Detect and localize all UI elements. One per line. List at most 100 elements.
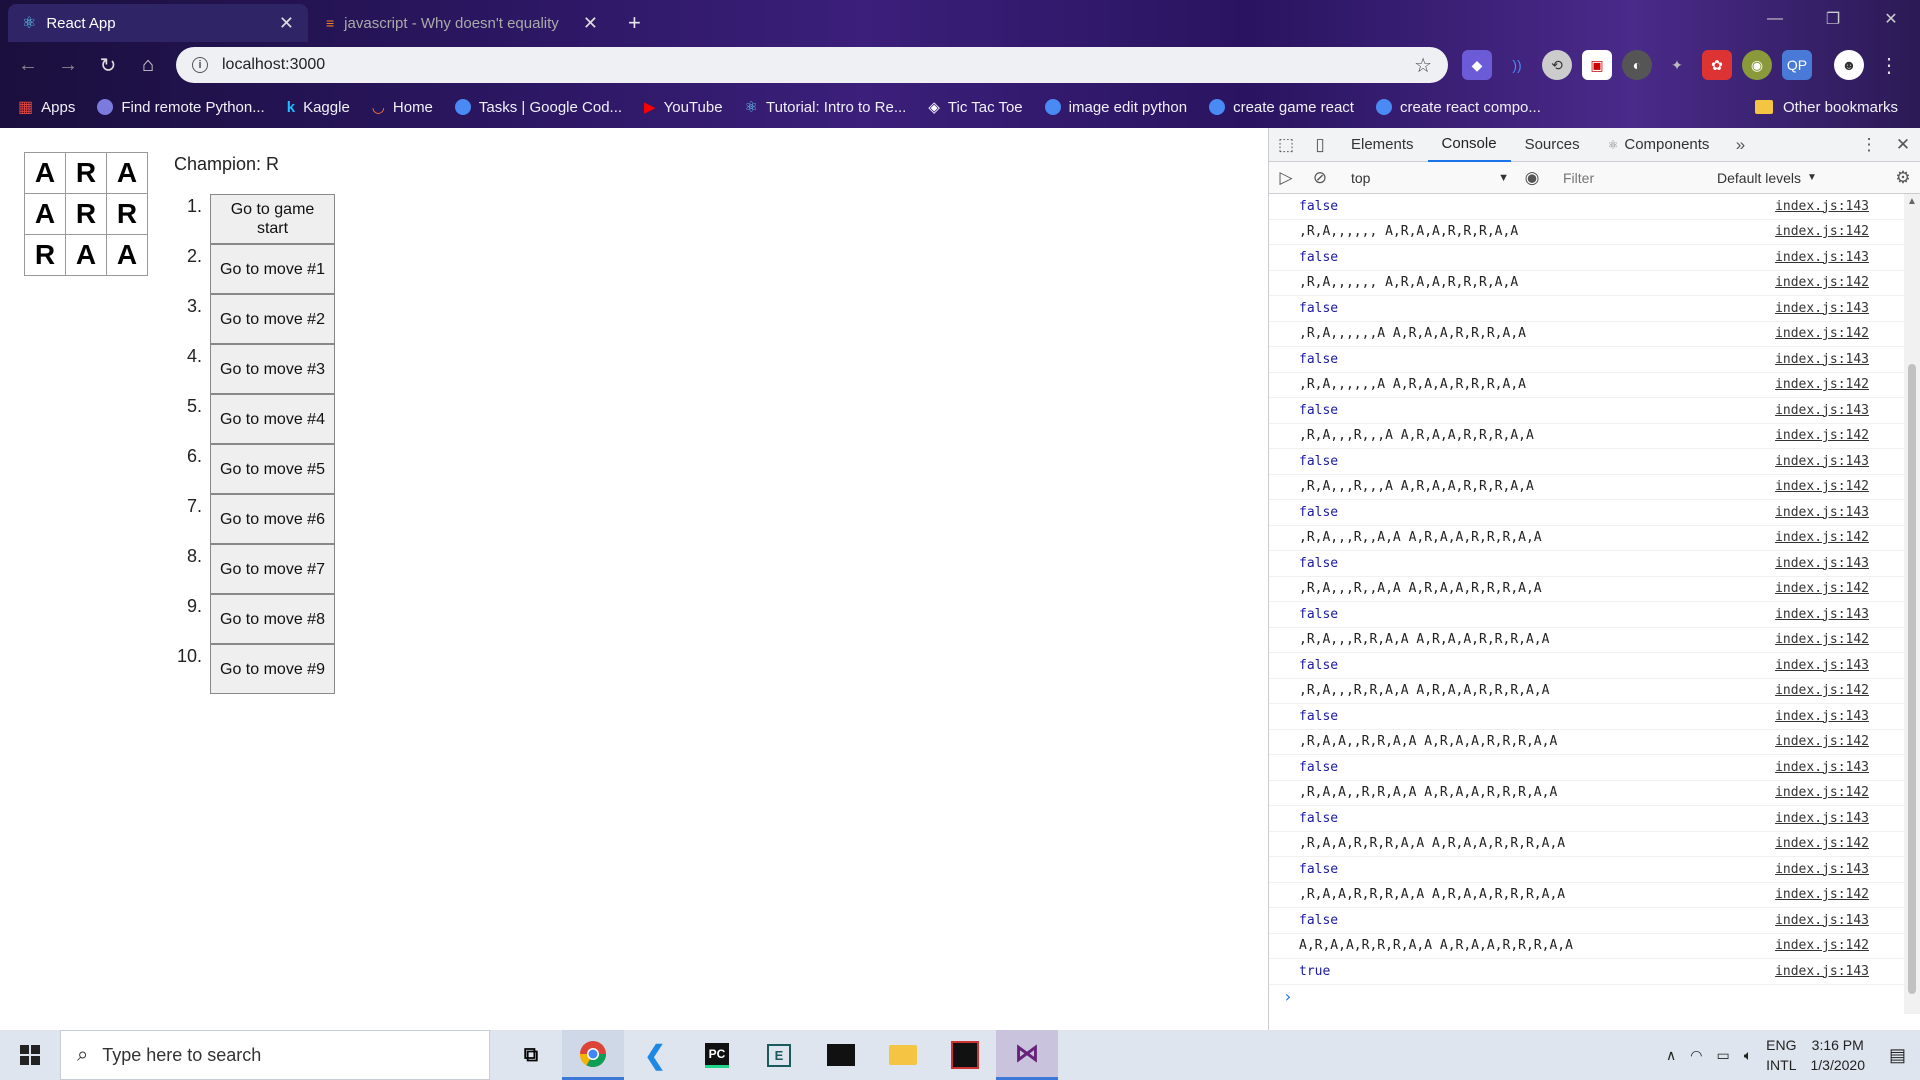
- source-link[interactable]: index.js:143: [1775, 505, 1869, 520]
- console-filter-input[interactable]: [1555, 165, 1705, 190]
- tab-elements[interactable]: Elements: [1337, 128, 1428, 162]
- source-link[interactable]: index.js:143: [1775, 301, 1869, 316]
- clear-console-icon[interactable]: ⊘: [1303, 162, 1337, 194]
- maximize-icon[interactable]: ❐: [1804, 0, 1862, 38]
- notifications-icon[interactable]: ▤: [1889, 1045, 1906, 1066]
- board-square[interactable]: R: [65, 193, 107, 235]
- source-link[interactable]: index.js:143: [1775, 556, 1869, 571]
- bookmark-item[interactable]: k Kaggle: [287, 99, 350, 116]
- extension-icon[interactable]: ✦: [1662, 50, 1692, 80]
- go-to-move-button[interactable]: Go to move #8: [210, 594, 335, 644]
- extension-icon[interactable]: )): [1502, 50, 1532, 80]
- bookmark-item[interactable]: create react compo...: [1375, 99, 1541, 116]
- bookmark-item[interactable]: image edit python: [1044, 99, 1187, 116]
- source-link[interactable]: index.js:142: [1775, 530, 1869, 545]
- console-settings-gear-icon[interactable]: ⚙: [1886, 162, 1920, 194]
- forward-icon[interactable]: →: [48, 47, 88, 83]
- close-devtools-icon[interactable]: ✕: [1886, 128, 1920, 162]
- device-toolbar-icon[interactable]: ▯: [1303, 128, 1337, 162]
- source-link[interactable]: index.js:143: [1775, 403, 1869, 418]
- source-link[interactable]: index.js:142: [1775, 428, 1869, 443]
- go-to-move-button[interactable]: Go to move #2: [210, 294, 335, 344]
- extension-icon[interactable]: ◐: [1622, 50, 1652, 80]
- extension-icon[interactable]: QP: [1782, 50, 1812, 80]
- sidebar-toggle-icon[interactable]: ▷: [1269, 162, 1303, 194]
- source-link[interactable]: index.js:142: [1775, 887, 1869, 902]
- scroll-up-icon[interactable]: ▲: [1907, 196, 1917, 207]
- source-link[interactable]: index.js:143: [1775, 607, 1869, 622]
- home-icon[interactable]: ⌂: [128, 47, 168, 83]
- task-view-icon[interactable]: ⧉: [500, 1030, 562, 1080]
- go-to-move-button[interactable]: Go to game start: [210, 194, 335, 244]
- console-scrollbar[interactable]: ▲: [1904, 194, 1920, 1014]
- wifi-icon[interactable]: ◠: [1690, 1047, 1702, 1064]
- info-icon[interactable]: i: [192, 57, 208, 73]
- source-link[interactable]: index.js:142: [1775, 224, 1869, 239]
- source-link[interactable]: index.js:143: [1775, 658, 1869, 673]
- source-link[interactable]: index.js:142: [1775, 632, 1869, 647]
- tab-sources[interactable]: Sources: [1511, 128, 1594, 162]
- source-link[interactable]: index.js:143: [1775, 709, 1869, 724]
- volume-icon[interactable]: 🔈︎: [1744, 1047, 1752, 1064]
- source-link[interactable]: index.js:143: [1775, 964, 1869, 979]
- board-square[interactable]: R: [24, 234, 66, 276]
- source-link[interactable]: index.js:143: [1775, 913, 1869, 928]
- source-link[interactable]: index.js:143: [1775, 760, 1869, 775]
- source-link[interactable]: index.js:142: [1775, 836, 1869, 851]
- board-square[interactable]: A: [24, 152, 66, 194]
- clock[interactable]: 3:16 PM 1/3/2020: [1810, 1035, 1865, 1075]
- close-tab-icon[interactable]: ✕: [279, 13, 294, 34]
- source-link[interactable]: index.js:142: [1775, 734, 1869, 749]
- battery-icon[interactable]: ▭: [1717, 1047, 1730, 1064]
- source-link[interactable]: index.js:142: [1775, 581, 1869, 596]
- vscode-icon[interactable]: ❮: [624, 1030, 686, 1080]
- source-link[interactable]: index.js:142: [1775, 683, 1869, 698]
- app-icon[interactable]: [934, 1030, 996, 1080]
- log-levels-dropdown[interactable]: Default levels ▼: [1717, 170, 1817, 186]
- bookmark-item[interactable]: ▶ YouTube: [644, 98, 723, 117]
- menu-icon[interactable]: ⋮: [1874, 50, 1904, 80]
- terminal-icon[interactable]: [810, 1030, 872, 1080]
- source-link[interactable]: index.js:143: [1775, 250, 1869, 265]
- bookmark-item[interactable]: create game react: [1209, 99, 1354, 116]
- windows-start-icon[interactable]: [0, 1030, 60, 1080]
- tab-react-app[interactable]: ⚛ React App ✕: [8, 4, 308, 42]
- language-indicator[interactable]: ENG INTL: [1766, 1035, 1796, 1075]
- file-explorer-icon[interactable]: [872, 1030, 934, 1080]
- minimize-icon[interactable]: —: [1746, 0, 1804, 38]
- context-selector[interactable]: top ▼: [1345, 166, 1515, 190]
- tab-console[interactable]: Console: [1427, 128, 1511, 162]
- source-link[interactable]: index.js:142: [1775, 275, 1869, 290]
- close-tab-icon[interactable]: ✕: [583, 13, 598, 34]
- source-link[interactable]: index.js:143: [1775, 862, 1869, 877]
- board-square[interactable]: A: [65, 234, 107, 276]
- back-icon[interactable]: ←: [8, 47, 48, 83]
- show-hidden-icons-icon[interactable]: ∧: [1666, 1047, 1676, 1064]
- board-square[interactable]: R: [65, 152, 107, 194]
- extension-icon[interactable]: ◆: [1462, 50, 1492, 80]
- go-to-move-button[interactable]: Go to move #4: [210, 394, 335, 444]
- pycharm-icon[interactable]: PC: [686, 1030, 748, 1080]
- bookmark-item[interactable]: Find remote Python...: [97, 99, 265, 116]
- source-link[interactable]: index.js:143: [1775, 811, 1869, 826]
- address-bar[interactable]: i localhost:3000 ☆: [176, 47, 1448, 83]
- go-to-move-button[interactable]: Go to move #6: [210, 494, 335, 544]
- app-icon[interactable]: E: [748, 1030, 810, 1080]
- close-window-icon[interactable]: ✕: [1862, 0, 1920, 38]
- go-to-move-button[interactable]: Go to move #1: [210, 244, 335, 294]
- inspect-element-icon[interactable]: ⬚: [1269, 128, 1303, 162]
- board-square[interactable]: R: [106, 193, 148, 235]
- source-link[interactable]: index.js:143: [1775, 352, 1869, 367]
- other-bookmarks[interactable]: Other bookmarks: [1754, 99, 1898, 116]
- bookmark-apps[interactable]: ▦ Apps: [18, 97, 75, 117]
- source-link[interactable]: index.js:142: [1775, 479, 1869, 494]
- source-link[interactable]: index.js:143: [1775, 199, 1869, 214]
- go-to-move-button[interactable]: Go to move #7: [210, 544, 335, 594]
- extension-icon[interactable]: ◉: [1742, 50, 1772, 80]
- new-tab-button[interactable]: +: [618, 4, 658, 42]
- reload-icon[interactable]: ↻: [88, 47, 128, 83]
- bookmark-item[interactable]: ◡ Home: [372, 98, 433, 117]
- profile-avatar[interactable]: ☻: [1834, 50, 1864, 80]
- tab-stackoverflow[interactable]: ≡ javascript - Why doesn't equality ✕: [312, 4, 612, 42]
- go-to-move-button[interactable]: Go to move #3: [210, 344, 335, 394]
